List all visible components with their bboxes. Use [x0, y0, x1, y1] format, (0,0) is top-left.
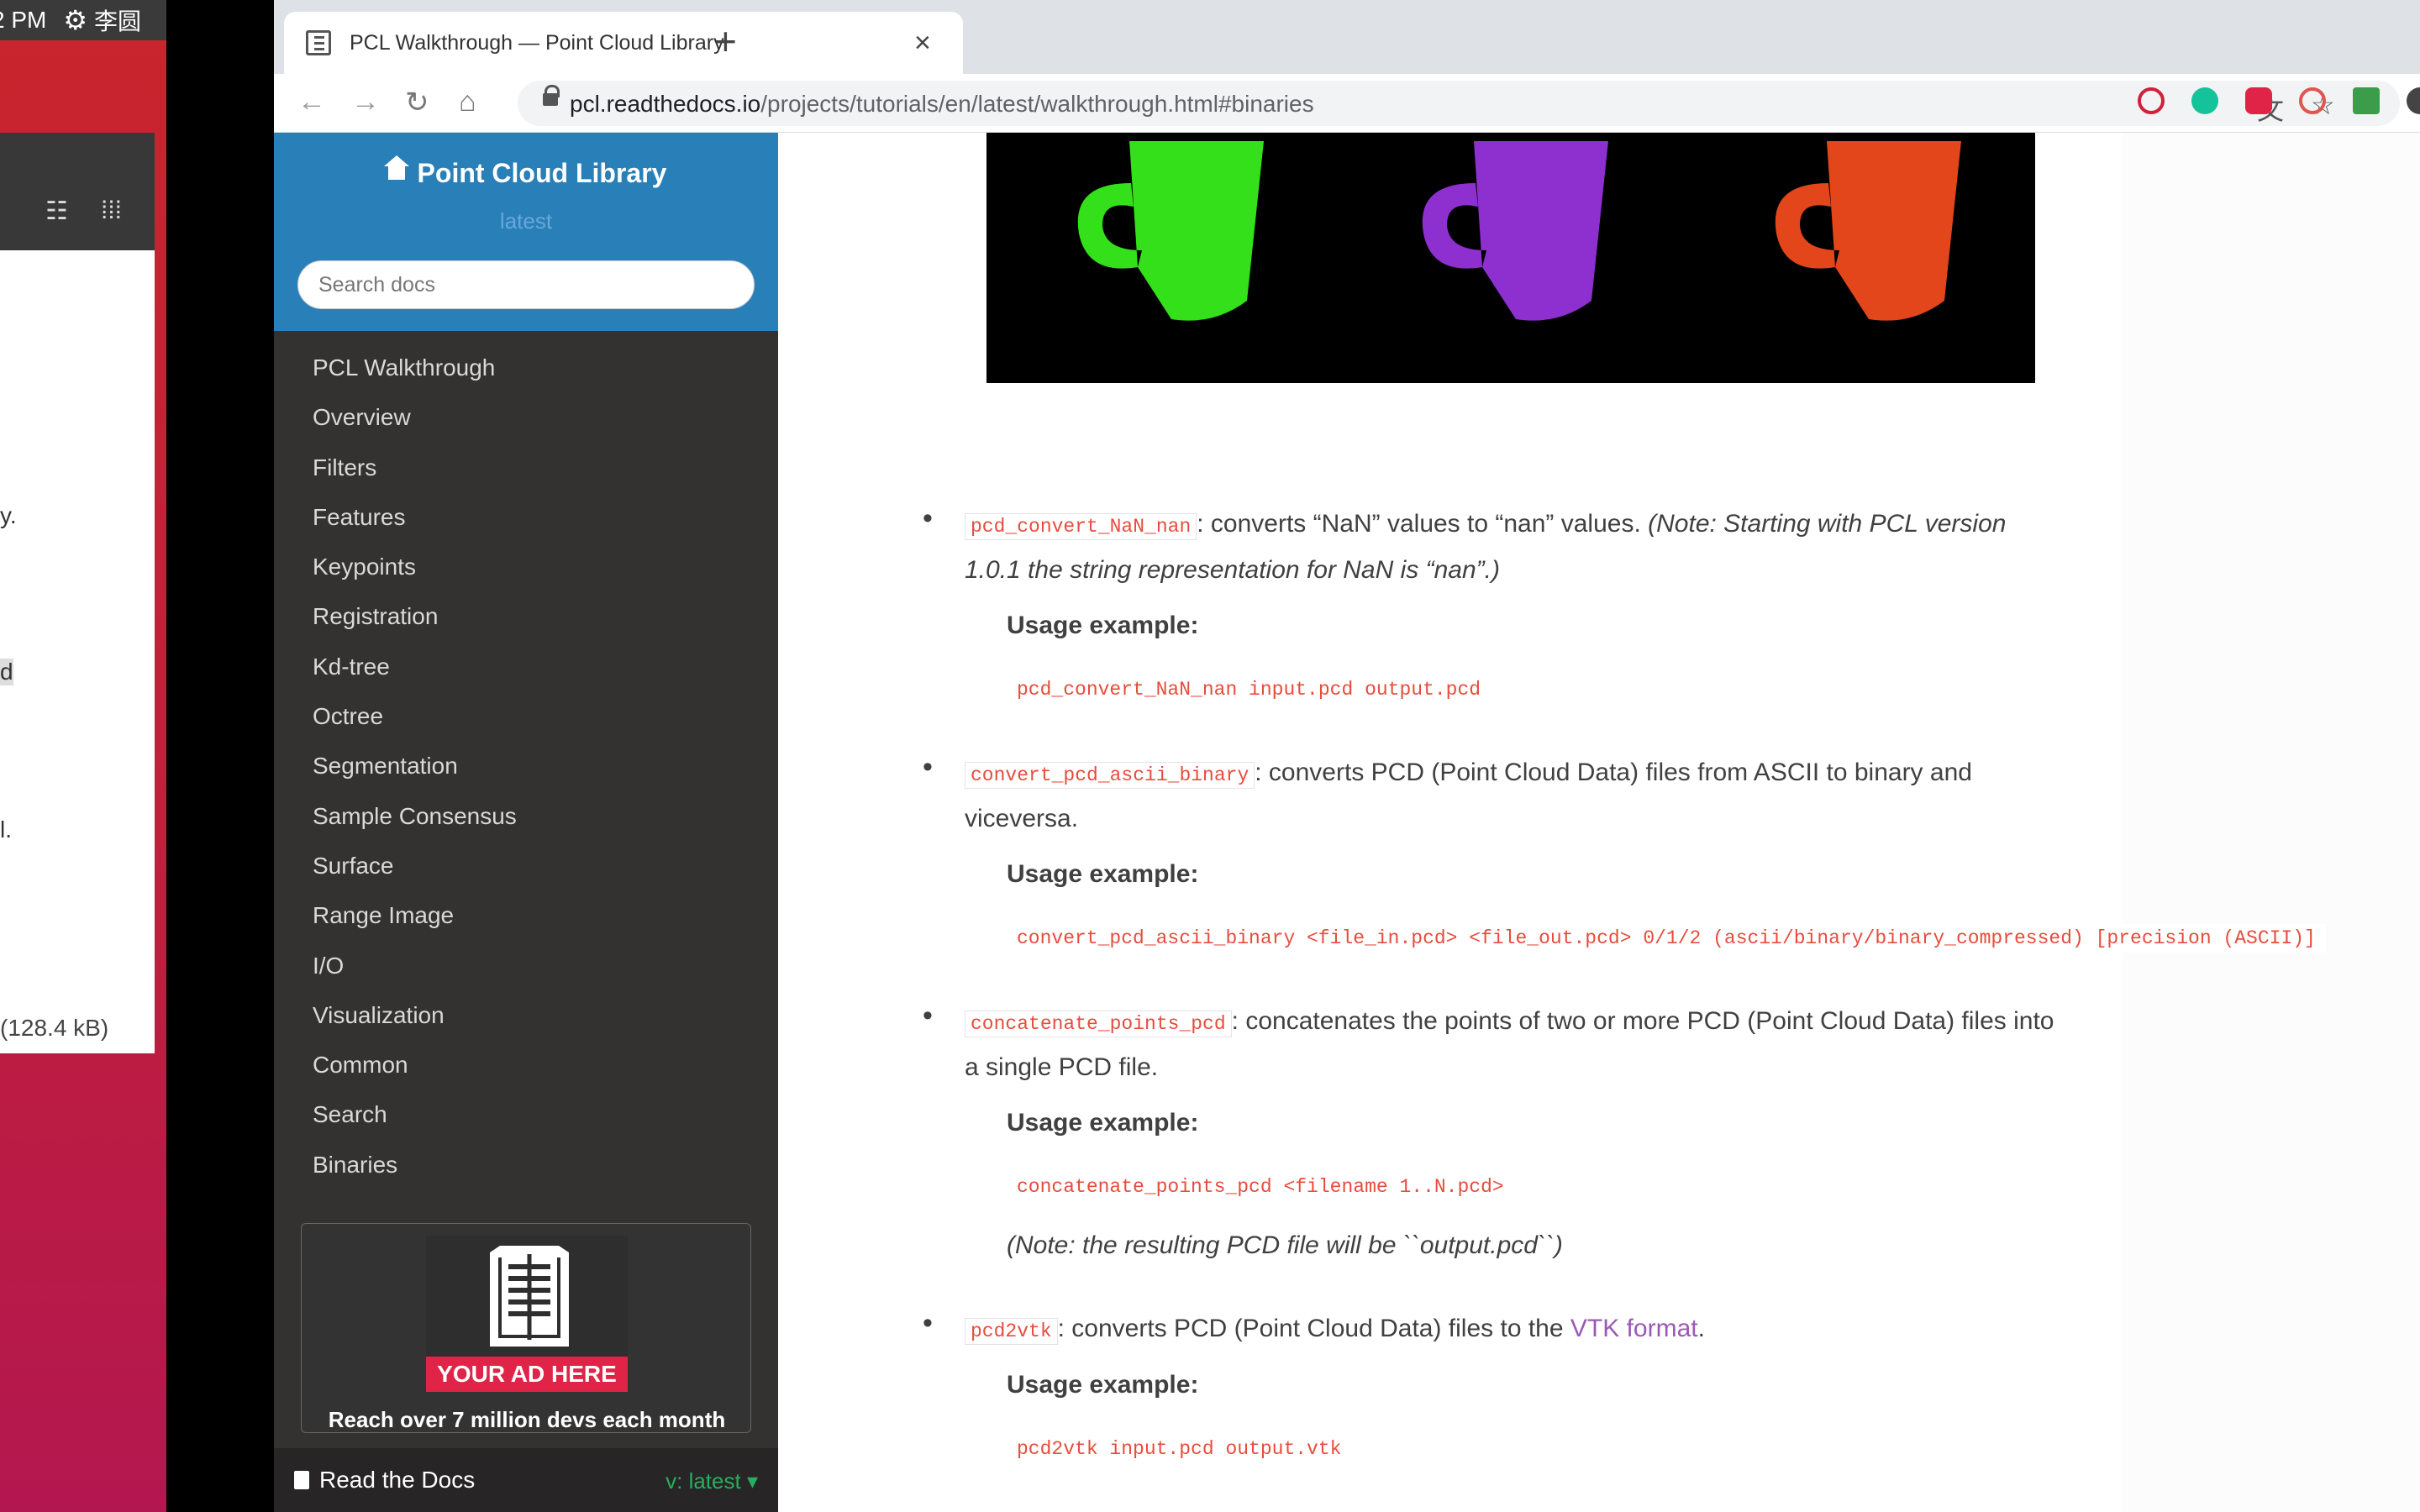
- system-clock: 2 PM: [0, 7, 47, 33]
- browser-window: PCL Walkthrough — Point Cloud Library × …: [274, 0, 2420, 1512]
- version-selector[interactable]: v: latest ▾: [666, 1468, 758, 1494]
- project-home-link[interactable]: Point Cloud Library: [274, 155, 778, 189]
- usage-command: pcd2vtk input.pcd output.vtk: [1007, 1435, 1352, 1463]
- sidebar-item-pcl-walkthrough[interactable]: PCL Walkthrough: [274, 343, 778, 392]
- sidebar-item-common[interactable]: Common: [274, 1040, 778, 1089]
- system-top-bar: 2 PM ⚙ 李圆: [0, 0, 166, 40]
- sidebar-ad[interactable]: YOUR AD HERE Reach over 7 million devs e…: [301, 1223, 751, 1433]
- list-bullet: •: [923, 1307, 933, 1339]
- list-item: pcd2vtk: converts PCD (Point Cloud Data)…: [965, 1307, 2057, 1353]
- sidebar-header: Point Cloud Library latest: [274, 133, 778, 331]
- home-icon[interactable]: ⌂: [459, 86, 476, 118]
- close-tab-icon[interactable]: ×: [914, 27, 931, 60]
- sidebar-item-overview[interactable]: Overview: [274, 392, 778, 442]
- new-tab-icon[interactable]: +: [714, 18, 737, 64]
- sidebar-item-binaries[interactable]: Binaries: [274, 1140, 778, 1189]
- inline-code: pcd2vtk: [965, 1318, 1058, 1345]
- tab-title: PCL Walkthrough — Point Cloud Library: [350, 30, 724, 55]
- address-bar[interactable]: pcl.readthedocs.io/projects/tutorials/en…: [518, 81, 2400, 126]
- grid-view-icon[interactable]: ⁞⁞⁞: [101, 197, 122, 225]
- usage-command: pcd_convert_NaN_nan input.pcd output.pcd: [1007, 675, 1491, 704]
- gear-icon[interactable]: ⚙: [63, 4, 87, 36]
- list-bullet: •: [923, 502, 933, 534]
- mug-point-cloud-image: [986, 133, 2035, 383]
- sidebar-item-registration[interactable]: Registration: [274, 591, 778, 641]
- extension-tile-icon[interactable]: [2353, 87, 2380, 114]
- vtk-format-link[interactable]: VTK format: [1570, 1315, 1698, 1342]
- usage-command: concatenate_points_pcd <filename 1..N.pc…: [1007, 1173, 1514, 1201]
- list-bullet: •: [923, 751, 933, 783]
- usage-heading: Usage example:: [1007, 860, 1199, 888]
- sidebar-item-surface[interactable]: Surface: [274, 841, 778, 890]
- ad-label: YOUR AD HERE: [426, 1357, 628, 1392]
- usage-heading: Usage example:: [1007, 1371, 1199, 1399]
- sidebar-item-features[interactable]: Features: [274, 492, 778, 542]
- book-icon: [490, 1246, 569, 1347]
- usage-heading: Usage example:: [1007, 1109, 1199, 1137]
- purple-mug-image: [1422, 141, 1608, 321]
- sidebar-item-visualization[interactable]: Visualization: [274, 990, 778, 1040]
- home-icon: [383, 155, 409, 182]
- input-method-indicator[interactable]: 李圆: [94, 3, 141, 37]
- extension-dark-icon[interactable]: [2407, 87, 2420, 114]
- sidebar-item-kd-tree[interactable]: Kd-tree: [274, 642, 778, 691]
- background-text-fragment: l.: [0, 816, 12, 843]
- read-the-docs-bar[interactable]: Read the Docs v: latest ▾: [274, 1448, 778, 1512]
- forward-icon[interactable]: →: [351, 86, 380, 118]
- read-the-docs-label: Read the Docs: [294, 1467, 475, 1494]
- inline-code: concatenate_points_pcd: [965, 1011, 1232, 1037]
- inline-code: convert_pcd_ascii_binary: [965, 762, 1255, 789]
- reload-icon[interactable]: ↻: [405, 86, 429, 119]
- search-docs-input[interactable]: [297, 260, 755, 309]
- sidebar-item-range-image[interactable]: Range Image: [274, 890, 778, 940]
- sidebar-item-search[interactable]: Search: [274, 1089, 778, 1139]
- sidebar-item-keypoints[interactable]: Keypoints: [274, 542, 778, 591]
- desktop-background: 2 PM ⚙ 李圆 ☷ ⁞⁞⁞ y. d l. (128.4 kB): [0, 0, 166, 1512]
- book-icon: [294, 1471, 309, 1489]
- lock-icon[interactable]: [543, 85, 560, 108]
- docs-sidebar: Point Cloud Library latest PCL Walkthrou…: [274, 133, 778, 1512]
- list-view-icon[interactable]: ☷: [45, 197, 68, 226]
- extension-video-icon[interactable]: [2245, 87, 2272, 114]
- list-item: concatenate_points_pcd: concatenates the…: [965, 1007, 2054, 1081]
- docs-version: latest: [499, 208, 553, 234]
- browser-toolbar: ← → ↻ ⌂ pcl.readthedocs.io/projects/tuto…: [274, 74, 2420, 133]
- background-window[interactable]: ☷ ⁞⁞⁞ y. d l. (128.4 kB): [0, 133, 155, 1053]
- extension-grammarly-icon[interactable]: [2191, 87, 2218, 114]
- url-text[interactable]: pcl.readthedocs.io/projects/tutorials/en…: [570, 91, 1314, 118]
- tab-strip: PCL Walkthrough — Point Cloud Library × …: [274, 0, 2420, 74]
- inline-code: pcd_convert_NaN_nan: [965, 513, 1197, 540]
- sidebar-item-segmentation[interactable]: Segmentation: [274, 741, 778, 790]
- background-window-toolbar: ☷ ⁞⁞⁞: [0, 133, 155, 250]
- sidebar-nav: PCL Walkthrough Overview Filters Feature…: [274, 343, 778, 1189]
- sidebar-item-octree[interactable]: Octree: [274, 691, 778, 741]
- docs-favicon-icon: [306, 30, 331, 55]
- sidebar-item-io[interactable]: I/O: [274, 941, 778, 990]
- green-mug-image: [1077, 141, 1264, 321]
- usage-heading: Usage example:: [1007, 612, 1199, 639]
- back-icon[interactable]: ←: [297, 86, 326, 118]
- ad-text: Reach over 7 million devs each month: [328, 1407, 726, 1432]
- extension-swirl-icon[interactable]: [2299, 87, 2326, 114]
- sidebar-item-filters[interactable]: Filters: [274, 443, 778, 492]
- background-text-fragment: y.: [0, 502, 17, 528]
- active-tab[interactable]: PCL Walkthrough — Point Cloud Library ×: [284, 12, 963, 74]
- ad-image: YOUR AD HERE: [426, 1236, 628, 1392]
- extension-adblock-icon[interactable]: [2138, 87, 2165, 114]
- list-item: pcd_convert_NaN_nan: converts “NaN” valu…: [965, 510, 2007, 584]
- usage-command: convert_pcd_ascii_binary <file_in.pcd> <…: [1007, 924, 2326, 953]
- file-size-label: (128.4 kB): [0, 1015, 109, 1041]
- list-item: convert_pcd_ascii_binary: converts PCD (…: [965, 759, 1972, 832]
- list-bullet: •: [923, 1000, 933, 1032]
- sidebar-item-sample-consensus[interactable]: Sample Consensus: [274, 791, 778, 841]
- docs-content: • pcd_convert_NaN_nan: converts “NaN” va…: [778, 133, 2326, 1512]
- note-text: (Note: the resulting PCD file will be ``…: [1007, 1231, 1563, 1259]
- orange-mug-image: [1775, 141, 1961, 321]
- background-text-fragment: d: [0, 659, 13, 685]
